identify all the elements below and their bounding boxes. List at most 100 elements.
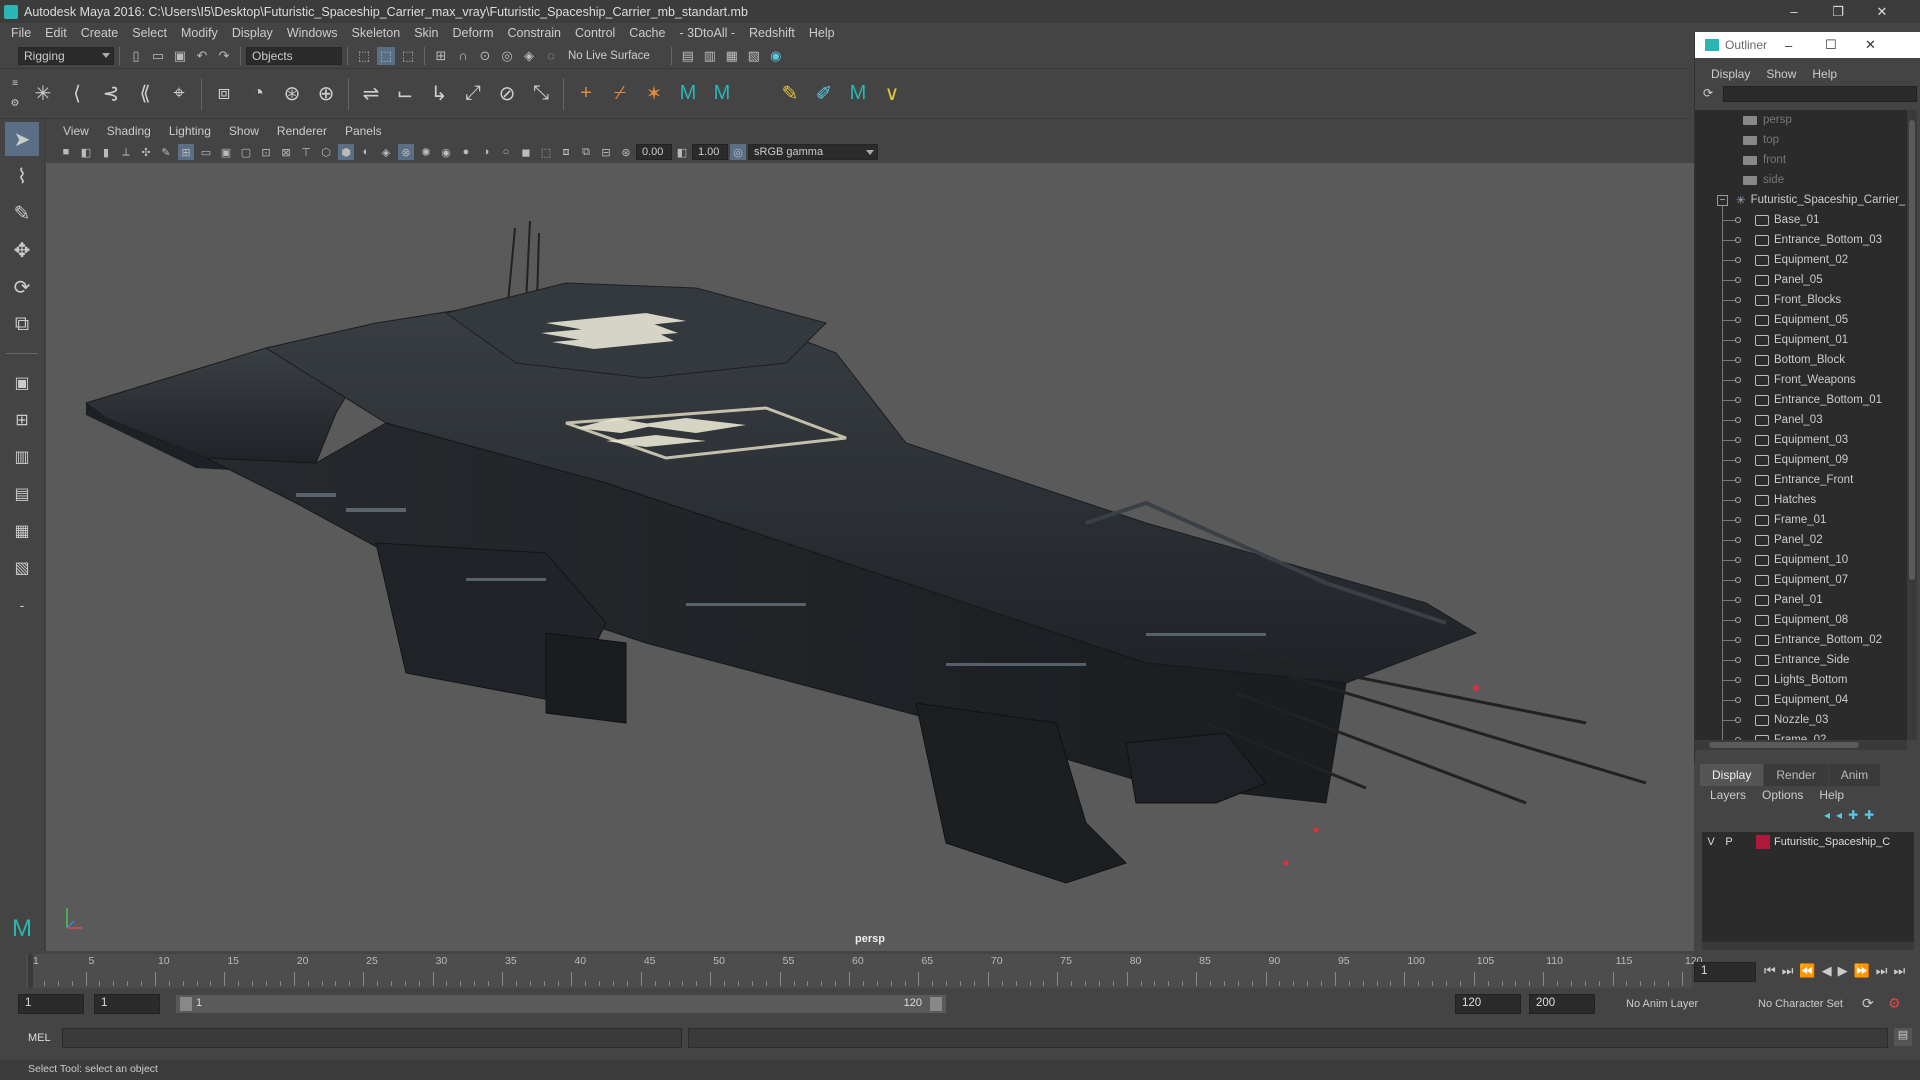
auto-key-icon[interactable]: ⟳	[1862, 995, 1874, 1012]
paint-effects-icon[interactable]: ✎	[775, 78, 805, 110]
isolate-select-icon[interactable]: ◼	[518, 144, 534, 160]
color-space-dropdown[interactable]: sRGB gamma	[748, 144, 878, 160]
tree-node-icon[interactable]	[1735, 417, 1741, 423]
outliner-item[interactable]: Equipment_04	[1695, 690, 1907, 710]
outliner-item[interactable]: Panel_05	[1695, 270, 1907, 290]
vp-menu-shading[interactable]: Shading	[98, 124, 160, 138]
tree-node-icon[interactable]	[1735, 357, 1741, 363]
exposure-icon[interactable]: ⊛	[618, 144, 634, 160]
anti-alias-icon[interactable]: ◑	[478, 144, 494, 160]
outliner-vscroll-thumb[interactable]	[1909, 120, 1915, 580]
menu-constrain[interactable]: Constrain	[501, 26, 569, 40]
tree-node-icon[interactable]	[1735, 477, 1741, 483]
playback-end-field[interactable]: 120	[1455, 994, 1521, 1014]
outliner-item[interactable]: Entrance_Bottom_02	[1695, 630, 1907, 650]
layer-color-swatch[interactable]	[1756, 835, 1770, 849]
outliner-filter-icon[interactable]: ⟳	[1703, 86, 1713, 100]
lattice-icon[interactable]: ⊛	[277, 78, 307, 110]
grid-icon[interactable]: ⊞	[178, 144, 194, 160]
outliner-item[interactable]: Equipment_03	[1695, 430, 1907, 450]
outliner-item[interactable]: Front_Blocks	[1695, 290, 1907, 310]
outliner-item[interactable]: Equipment_10	[1695, 550, 1907, 570]
persp-graph-icon[interactable]: ▤	[5, 477, 39, 511]
bookmark-icon[interactable]: ▮	[98, 144, 114, 160]
outliner-tree[interactable]: persp top front side − ✳ Futuristic_Spaceship_…	[1695, 110, 1907, 740]
tree-node-icon[interactable]	[1735, 377, 1741, 383]
tree-node-icon[interactable]	[1735, 557, 1741, 563]
layer-row[interactable]: V P Futuristic_Spaceship_C	[1702, 832, 1914, 852]
color-management-icon[interactable]: ◎	[730, 144, 746, 160]
menu-3dtoall[interactable]: - 3DtoAll -	[672, 26, 742, 40]
blank-icon[interactable]	[741, 78, 771, 110]
menu-redshift[interactable]: Redshift	[742, 26, 802, 40]
layout-menu-icon[interactable]: -	[5, 588, 39, 622]
maya-m2-icon[interactable]: M	[707, 78, 737, 110]
menu-cache[interactable]: Cache	[622, 26, 672, 40]
outliner-item[interactable]: Entrance_Front	[1695, 470, 1907, 490]
shelf-menu-icon[interactable]: ≡	[12, 78, 18, 89]
snap-curve-icon[interactable]: ∩	[454, 47, 472, 65]
range-end-handle[interactable]	[930, 997, 942, 1011]
tree-node-icon[interactable]	[1735, 577, 1741, 583]
menu-help[interactable]: Help	[802, 26, 842, 40]
2d-pan-icon[interactable]: ✣	[138, 144, 154, 160]
menu-modify[interactable]: Modify	[174, 26, 225, 40]
layer-playback-toggle[interactable]: P	[1720, 836, 1738, 848]
outliner-item[interactable]: Equipment_08	[1695, 610, 1907, 630]
outliner-maximize-button[interactable]: ☐	[1825, 37, 1837, 53]
tab-anim[interactable]: Anim	[1828, 764, 1881, 786]
outliner-camera-3[interactable]: side	[1695, 170, 1907, 190]
select-object-icon[interactable]: ⬚	[377, 46, 395, 65]
wire-on-shaded-icon[interactable]: ◐	[358, 144, 374, 160]
outliner-camera-2[interactable]: front	[1695, 150, 1907, 170]
outliner-search-input[interactable]	[1723, 86, 1917, 102]
rotate-tool-icon[interactable]: ⟳	[5, 270, 39, 304]
go-to-end-icon[interactable]: ⏭	[1893, 963, 1905, 979]
start-time-field[interactable]: 1	[18, 994, 84, 1014]
ik-handle-icon[interactable]: ⟨	[62, 78, 92, 110]
viewport-persp[interactable]: persp	[46, 163, 1694, 951]
paint-weights-icon[interactable]: ◔	[243, 78, 273, 110]
xray-icon[interactable]: ⬚	[538, 144, 554, 160]
tree-node-icon[interactable]	[1735, 537, 1741, 543]
menu-edit[interactable]: Edit	[38, 26, 74, 40]
play-backward-icon[interactable]: ◀	[1822, 963, 1832, 979]
render-view-icon[interactable]: ▧	[745, 47, 763, 65]
wireframe-icon[interactable]: ⬡	[318, 144, 334, 160]
menu-file[interactable]: File	[4, 26, 38, 40]
resolution-gate-icon[interactable]: ▣	[218, 144, 234, 160]
command-input[interactable]	[62, 1028, 682, 1048]
ik-spline-icon[interactable]: ⊰	[96, 78, 126, 110]
menu-control[interactable]: Control	[568, 26, 622, 40]
sculpt-icon[interactable]: ✐	[809, 78, 839, 110]
outliner-item[interactable]: Front_Weapons	[1695, 370, 1907, 390]
layer-menu-help[interactable]: Help	[1811, 788, 1852, 806]
smooth-shade-icon[interactable]: ⬢	[338, 144, 354, 160]
scale-constraint-icon[interactable]: ⤢	[458, 78, 488, 110]
new-scene-icon[interactable]: ▯	[127, 47, 145, 65]
play-forward-icon[interactable]: ▶	[1838, 963, 1848, 979]
joint-tool-icon[interactable]: ✳	[28, 78, 58, 110]
mirror-joint-icon[interactable]: ⟪	[130, 78, 160, 110]
aim-constraint-icon[interactable]: ⊘	[492, 78, 522, 110]
playback-start-field[interactable]: 1	[94, 994, 160, 1014]
step-back-frame-icon[interactable]: ⏪	[1799, 963, 1815, 979]
safe-action-icon[interactable]: ⊠	[278, 144, 294, 160]
collapse-icon[interactable]: −	[1717, 194, 1728, 206]
snap-view-icon[interactable]: ◎	[498, 47, 516, 65]
move-layer-down-icon[interactable]: ◂	[1836, 808, 1842, 822]
outliner-item[interactable]: Equipment_09	[1695, 450, 1907, 470]
script-editor-icon[interactable]: ▤	[1894, 1028, 1912, 1046]
step-forward-frame-icon[interactable]: ⏩	[1854, 963, 1870, 979]
go-to-start-icon[interactable]: ⏮	[1764, 963, 1776, 979]
new-layer-icon[interactable]: ✚	[1848, 808, 1858, 822]
outliner-camera-1[interactable]: top	[1695, 130, 1907, 150]
hypershade-icon[interactable]: ◉	[767, 47, 785, 65]
persp-outliner-icon[interactable]: ▥	[5, 440, 39, 474]
camera-icon[interactable]: ■	[58, 144, 74, 160]
menu-windows[interactable]: Windows	[280, 26, 345, 40]
current-time-marker[interactable]	[28, 954, 33, 988]
move-layer-up-icon[interactable]: ◂	[1824, 808, 1830, 822]
step-forward-key-icon[interactable]: ⏭	[1876, 963, 1888, 979]
snap-grid-icon[interactable]: ⊞	[432, 47, 450, 65]
